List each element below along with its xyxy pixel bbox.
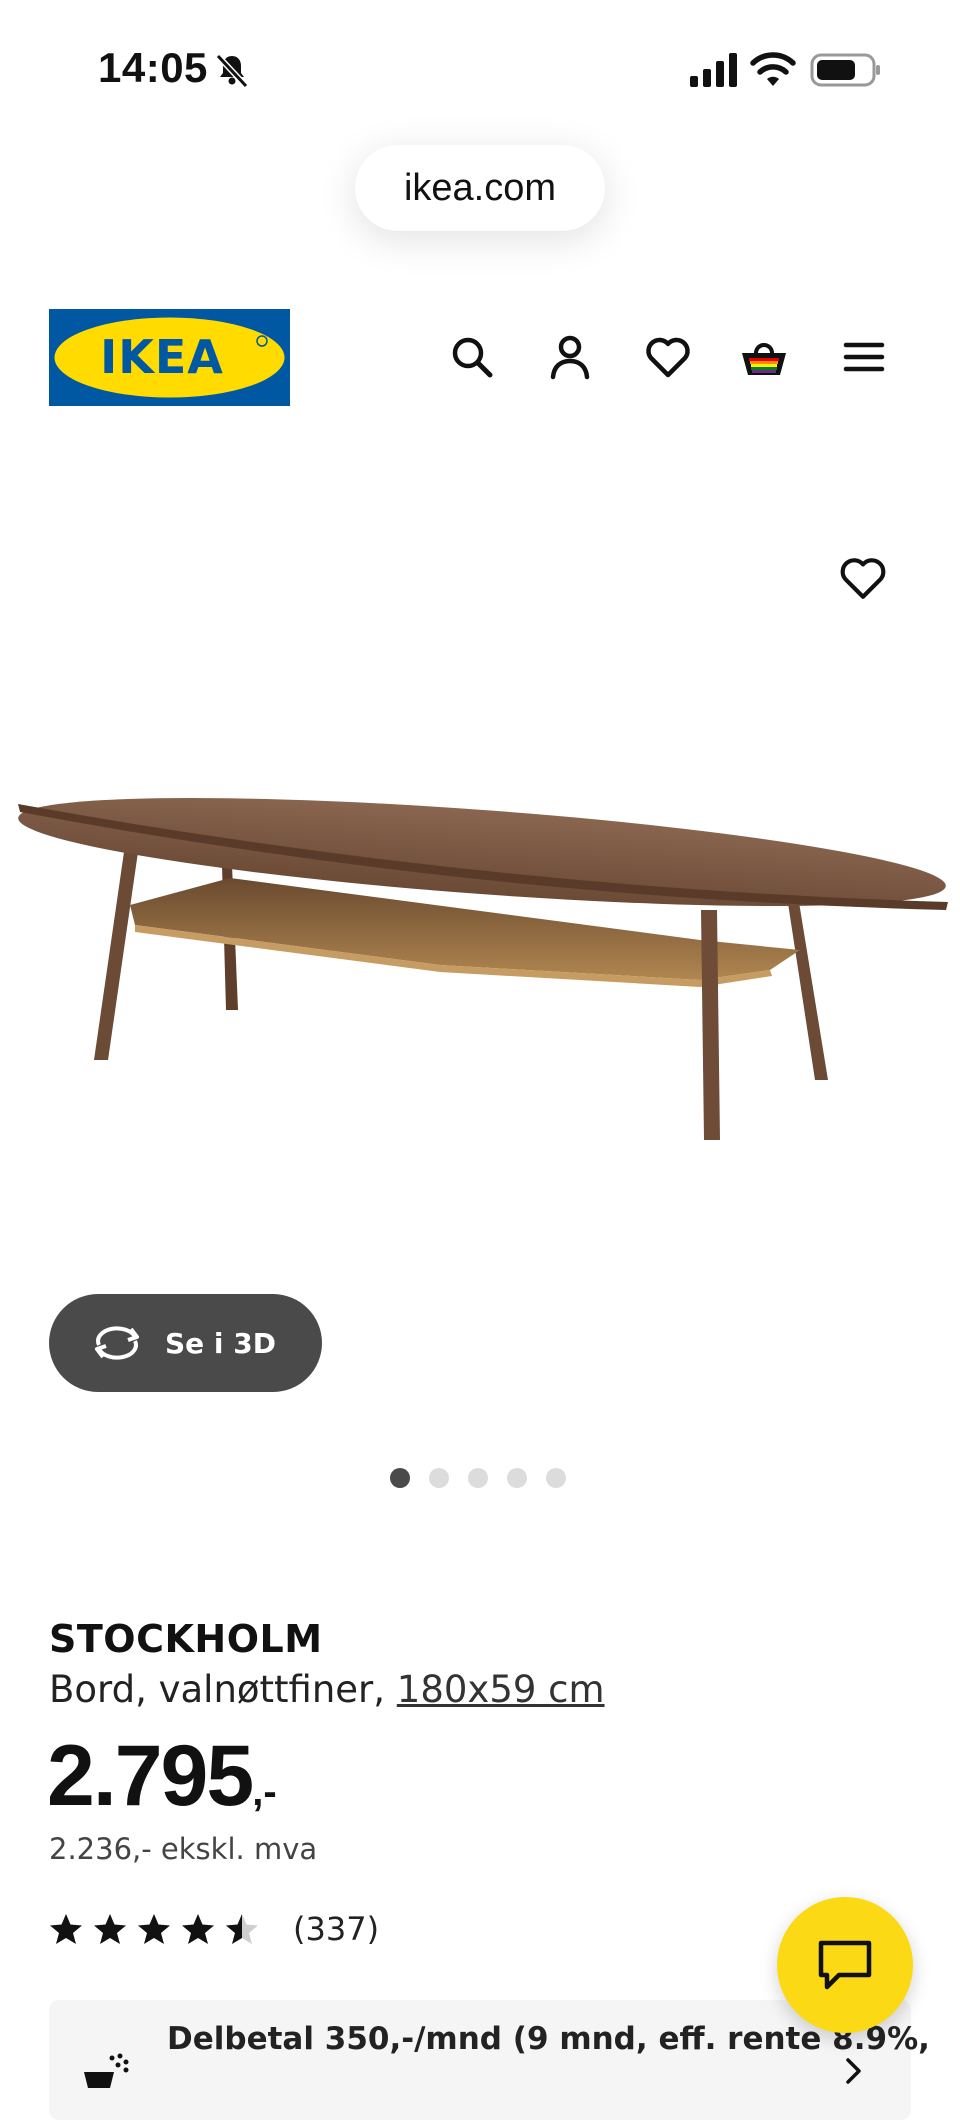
price-suffix: ,-	[252, 1770, 277, 1814]
product-size-link[interactable]: 180x59 cm	[397, 1668, 605, 1711]
shopping-basket-icon[interactable]	[740, 333, 788, 381]
save-favorite-heart-icon[interactable]	[838, 553, 888, 603]
chat-button[interactable]	[777, 1897, 913, 2033]
product-description: Bord, valnøttfiner, 180x59 cm	[49, 1668, 605, 1711]
chat-bubble-icon	[818, 1940, 872, 1990]
search-icon[interactable]	[448, 333, 496, 381]
rotate-3d-icon	[95, 1326, 139, 1360]
favorites-heart-icon[interactable]	[644, 333, 692, 381]
carousel-dot[interactable]	[390, 1468, 410, 1488]
price-excl-vat: 2.236,- ekskl. mva	[49, 1832, 318, 1866]
url-text: ikea.com	[403, 166, 557, 209]
signal-icon	[690, 53, 737, 87]
carousel-dots[interactable]	[390, 1468, 566, 1488]
status-time: 14:05	[98, 44, 208, 91]
svg-text:IKEA: IKEA	[100, 330, 224, 384]
product-name: STOCKHOLM	[49, 1617, 323, 1661]
ikea-logo[interactable]: IKEA	[49, 309, 290, 406]
review-count: (337)	[293, 1910, 380, 1948]
account-icon[interactable]	[546, 333, 594, 381]
product-image[interactable]	[0, 420, 960, 1320]
star-icon	[138, 1914, 170, 1944]
star-icon	[94, 1914, 126, 1944]
wifi-icon	[750, 52, 796, 86]
star-icon	[182, 1914, 214, 1944]
bell-muted-icon	[215, 53, 249, 89]
half-star-icon	[226, 1914, 258, 1944]
carousel-dot[interactable]	[429, 1468, 449, 1488]
address-bar[interactable]: ikea.com	[355, 145, 605, 231]
star-icon	[50, 1914, 82, 1944]
product-rating[interactable]: (337)	[49, 1910, 379, 1948]
carousel-dot[interactable]	[507, 1468, 527, 1488]
chevron-right-icon[interactable]	[842, 2056, 866, 2086]
battery-icon	[810, 53, 880, 87]
carousel-dot[interactable]	[468, 1468, 488, 1488]
view-3d-button[interactable]: Se i 3D	[49, 1294, 322, 1392]
installment-payment-icon	[84, 2053, 129, 2088]
view-3d-label: Se i 3D	[165, 1326, 276, 1360]
finance-banner[interactable]	[49, 2000, 911, 2120]
product-description-text: Bord, valnøttfiner,	[49, 1668, 397, 1711]
carousel-dot[interactable]	[546, 1468, 566, 1488]
menu-icon[interactable]	[840, 333, 888, 381]
price-value: 2.795	[47, 1728, 254, 1824]
product-price: 2.795,-	[47, 1727, 277, 1826]
